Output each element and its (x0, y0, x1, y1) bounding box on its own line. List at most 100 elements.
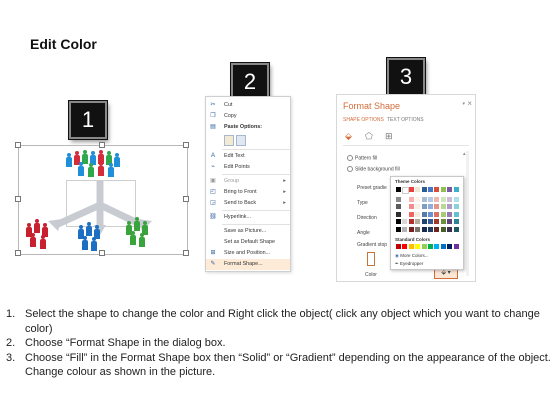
color-swatch[interactable] (415, 187, 421, 192)
color-swatch[interactable] (408, 244, 414, 249)
color-swatch[interactable] (447, 211, 453, 217)
color-swatch[interactable] (434, 226, 440, 232)
color-swatch[interactable] (421, 244, 427, 249)
radio-button[interactable] (347, 166, 353, 172)
color-swatch[interactable] (447, 187, 453, 192)
fill-line-icon[interactable]: ⬙ (345, 131, 352, 142)
menu-item-size-position[interactable]: ⊞ Size and Position... (206, 248, 290, 259)
color-swatch[interactable] (402, 219, 408, 224)
color-swatch[interactable] (440, 196, 446, 202)
color-swatch[interactable] (428, 244, 433, 249)
color-swatch[interactable] (428, 211, 433, 217)
eyedropper-option[interactable]: ✒ Eyedropper (395, 261, 461, 268)
color-swatch[interactable] (396, 204, 401, 209)
color-swatch[interactable] (453, 204, 459, 209)
color-swatch[interactable] (396, 211, 401, 217)
menu-item-bring-to-front[interactable]: ◰ Bring to Front ▸ (206, 187, 290, 198)
color-swatch[interactable] (428, 187, 433, 192)
size-properties-icon[interactable]: ⊞ (385, 131, 393, 142)
color-swatch[interactable] (396, 219, 401, 224)
menu-item-format-shape[interactable]: ✎ Format Shape... (206, 259, 290, 270)
gradient-stop-handle[interactable] (367, 252, 375, 266)
menu-item-cut[interactable]: ✂ Cut (206, 100, 290, 111)
color-swatch[interactable] (447, 219, 453, 224)
color-swatch[interactable] (453, 226, 459, 232)
color-swatch[interactable] (421, 187, 427, 192)
menu-item-edit-text[interactable]: A Edit Text (206, 151, 290, 162)
color-swatch[interactable] (421, 226, 427, 232)
menu-item-hyperlink[interactable]: ⛓ Hyperlink... (206, 212, 290, 223)
color-swatch[interactable] (453, 211, 459, 217)
color-swatch[interactable] (440, 226, 446, 232)
color-swatch[interactable] (396, 187, 401, 192)
color-swatch[interactable] (402, 204, 408, 209)
color-swatch[interactable] (440, 204, 446, 209)
more-colors-option[interactable]: ◉ More Colors... (395, 253, 461, 260)
color-swatch[interactable] (408, 219, 414, 224)
color-swatch[interactable] (434, 204, 440, 209)
tab-text-options[interactable]: TEXT OPTIONS (387, 117, 424, 123)
color-swatch[interactable] (415, 196, 421, 202)
menu-item-copy[interactable]: ❐ Copy (206, 111, 290, 122)
color-swatch[interactable] (453, 196, 459, 202)
color-swatch[interactable] (415, 226, 421, 232)
color-swatch[interactable] (453, 219, 459, 224)
color-swatch[interactable] (421, 219, 427, 224)
color-swatch[interactable] (396, 226, 401, 232)
color-swatch[interactable] (434, 244, 440, 249)
color-swatch[interactable] (402, 211, 408, 217)
color-swatch[interactable] (415, 219, 421, 224)
color-swatch[interactable] (415, 244, 421, 249)
color-swatch[interactable] (396, 196, 401, 202)
color-swatch[interactable] (428, 226, 433, 232)
color-swatch[interactable] (434, 211, 440, 217)
color-swatch[interactable] (415, 204, 421, 209)
color-swatch[interactable] (447, 204, 453, 209)
color-swatch[interactable] (421, 204, 427, 209)
color-swatch[interactable] (428, 196, 433, 202)
color-swatch[interactable] (415, 211, 421, 217)
radio-button[interactable] (347, 155, 353, 161)
close-icon[interactable]: × (467, 99, 472, 108)
paste-option-icon[interactable] (224, 135, 234, 146)
tab-shape-options[interactable]: SHAPE OPTIONS (343, 117, 384, 123)
color-swatch[interactable] (434, 196, 440, 202)
menu-item-group[interactable]: ▣ Group ▸ (206, 176, 290, 187)
color-swatch[interactable] (402, 226, 408, 232)
color-swatch[interactable] (447, 244, 453, 249)
color-swatch[interactable] (421, 211, 427, 217)
menu-item-save-as-picture[interactable]: Save as Picture... (206, 226, 290, 237)
color-swatch[interactable] (453, 187, 459, 192)
color-swatch[interactable] (440, 244, 446, 249)
color-swatch[interactable] (396, 244, 401, 249)
color-swatch[interactable] (440, 187, 446, 192)
color-swatch[interactable] (408, 187, 414, 192)
color-swatch[interactable] (408, 211, 414, 217)
paste-option-icon[interactable] (236, 135, 246, 146)
slide-background-fill-option[interactable]: Slide background fill (347, 166, 400, 172)
color-swatch[interactable] (453, 244, 459, 249)
menu-item-send-to-back[interactable]: ◲ Send to Back ▸ (206, 198, 290, 209)
color-swatch[interactable] (421, 196, 427, 202)
menu-item-set-default-shape[interactable]: Set as Default Shape (206, 237, 290, 248)
color-swatch[interactable] (428, 219, 433, 224)
pattern-fill-option[interactable]: Pattern fill (347, 155, 377, 161)
scroll-up-icon[interactable]: ▴ (463, 151, 466, 157)
color-swatch[interactable] (408, 204, 414, 209)
menu-item-edit-points[interactable]: ⌁ Edit Points (206, 162, 290, 173)
color-swatch[interactable] (447, 226, 453, 232)
color-swatch[interactable] (434, 219, 440, 224)
color-swatch[interactable] (402, 244, 408, 249)
color-swatch[interactable] (428, 204, 433, 209)
chevron-down-icon[interactable]: ▾ (462, 101, 465, 107)
color-swatch[interactable] (440, 211, 446, 217)
color-swatch[interactable] (408, 196, 414, 202)
color-swatch[interactable] (440, 219, 446, 224)
effects-icon[interactable]: ⬠ (365, 131, 373, 142)
selected-shape-group[interactable] (15, 142, 189, 256)
scrollbar[interactable] (466, 151, 469, 276)
color-swatch[interactable] (408, 226, 414, 232)
color-swatch[interactable] (402, 196, 408, 202)
color-swatch[interactable] (447, 196, 453, 202)
color-swatch[interactable] (434, 187, 440, 192)
